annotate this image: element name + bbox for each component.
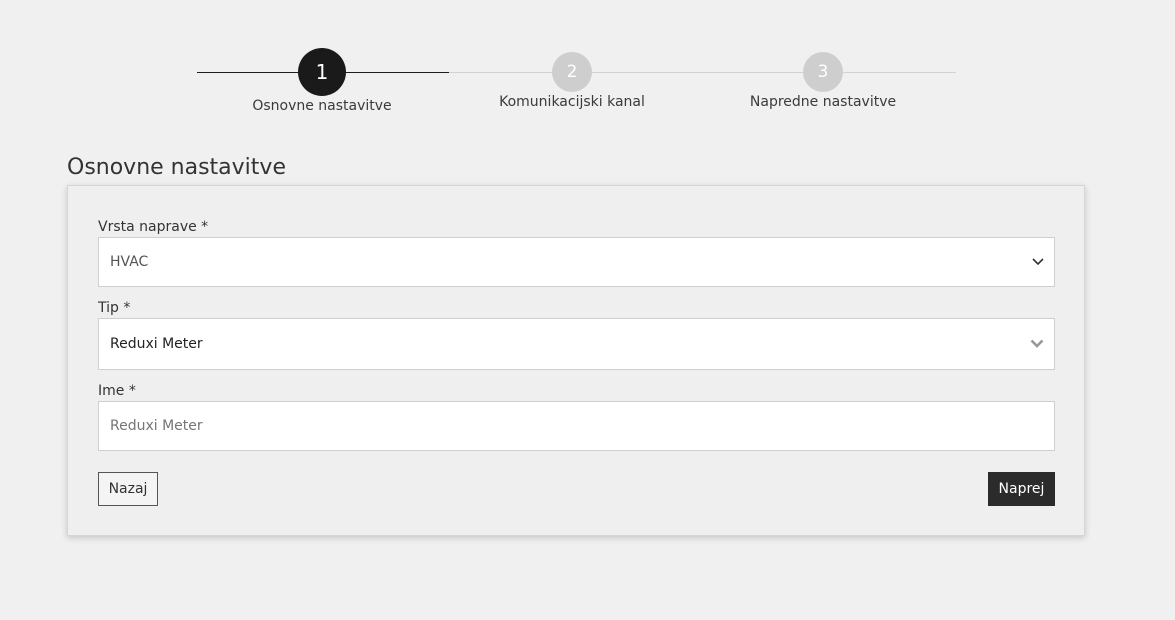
device-type-select[interactable]: HVAC [98, 237, 1055, 287]
step-3-label: Napredne nastavitve [749, 94, 897, 110]
progress-stepper: 1 Osnovne nastavitve 2 Komunikacijski ka… [0, 0, 1175, 130]
next-button[interactable]: Naprej [988, 472, 1055, 506]
name-input[interactable] [98, 401, 1055, 451]
device-type-label: Vrsta naprave * [98, 219, 209, 235]
step-1-label: Osnovne nastavitve [252, 98, 392, 114]
stepper-line-pending [449, 72, 956, 73]
step-3-circle[interactable]: 3 [803, 52, 843, 92]
step-3-number: 3 [817, 62, 829, 82]
back-button[interactable]: Nazaj [98, 472, 158, 506]
type-select[interactable]: Reduxi Meter [98, 318, 1055, 370]
step-1-number: 1 [315, 60, 329, 84]
type-label: Tip * [98, 300, 131, 316]
step-1-circle[interactable]: 1 [298, 48, 346, 96]
device-type-value: HVAC [110, 254, 149, 270]
chevron-down-icon [1030, 336, 1044, 352]
step-2-number: 2 [566, 62, 578, 82]
step-2-circle[interactable]: 2 [552, 52, 592, 92]
name-label: Ime * [98, 383, 136, 399]
page-title: Osnovne nastavitve [67, 155, 286, 180]
settings-form-card: Vrsta naprave * HVAC Tip * Reduxi Meter … [67, 185, 1085, 536]
step-2-label: Komunikacijski kanal [499, 94, 645, 110]
type-value: Reduxi Meter [110, 336, 203, 352]
chevron-down-icon [1032, 254, 1044, 270]
